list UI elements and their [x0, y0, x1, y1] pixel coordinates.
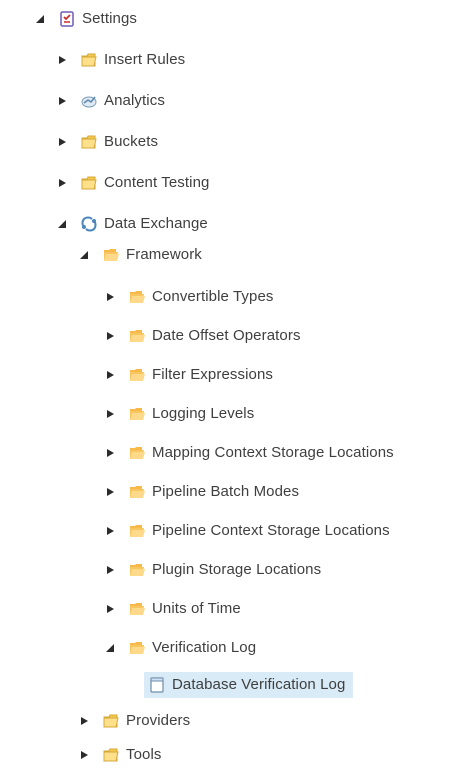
tree-node-pipeline-batch-modes[interactable]: Pipeline Batch Modes [104, 479, 299, 505]
tree-node-label: Data Exchange [104, 215, 208, 232]
collapsed-arrow-icon[interactable] [56, 177, 68, 189]
analytics-icon [80, 92, 98, 110]
collapsed-arrow-icon[interactable] [104, 291, 116, 303]
tree-node-label: Database Verification Log [172, 676, 346, 693]
collapsed-arrow-icon[interactable] [104, 447, 116, 459]
expanded-arrow-icon[interactable] [78, 249, 90, 261]
tree-node-data-exchange[interactable]: Data Exchange [56, 211, 208, 237]
folder-icon [80, 51, 98, 69]
expanded-arrow-icon[interactable] [56, 218, 68, 230]
tree-node-label: Units of Time [152, 600, 241, 617]
open-folder-icon [102, 246, 120, 264]
tree-node-analytics[interactable]: Analytics [56, 88, 165, 114]
collapsed-arrow-icon[interactable] [104, 369, 116, 381]
data-exchange-icon [80, 215, 98, 233]
folder-icon [102, 712, 120, 730]
folder-icon [80, 174, 98, 192]
tree-node-pipeline-context-storage-locations[interactable]: Pipeline Context Storage Locations [104, 518, 390, 544]
collapsed-arrow-icon[interactable] [104, 486, 116, 498]
tree-node-verification-log[interactable]: Verification Log [104, 635, 256, 661]
tree-node-settings[interactable]: Settings [34, 6, 137, 32]
tree-node-plugin-storage-locations[interactable]: Plugin Storage Locations [104, 557, 321, 583]
open-folder-icon [128, 405, 146, 423]
tree-node-insert-rules[interactable]: Insert Rules [56, 47, 185, 73]
collapsed-arrow-icon[interactable] [104, 603, 116, 615]
tree-node-label: Logging Levels [152, 405, 255, 422]
collapsed-arrow-icon[interactable] [104, 408, 116, 420]
open-folder-icon [128, 444, 146, 462]
tree-node-label: Pipeline Batch Modes [152, 483, 300, 500]
tree-node-label: Plugin Storage Locations [152, 561, 322, 578]
collapsed-arrow-icon[interactable] [78, 715, 90, 727]
open-folder-icon [128, 327, 146, 345]
collapsed-arrow-icon[interactable] [104, 330, 116, 342]
tree-node-label: Date Offset Operators [152, 327, 301, 344]
collapsed-arrow-icon[interactable] [78, 749, 90, 761]
tree-node-providers[interactable]: Providers [78, 708, 190, 734]
tree-node-units-of-time[interactable]: Units of Time [104, 596, 241, 622]
tree-node-logging-levels[interactable]: Logging Levels [104, 401, 254, 427]
tree-node-label: Providers [126, 712, 191, 729]
tree-node-label: Tools [126, 746, 162, 763]
expanded-arrow-icon[interactable] [104, 642, 116, 654]
tree-node-date-offset-operators[interactable]: Date Offset Operators [104, 323, 301, 349]
tree-node-database-verification-log[interactable]: Database Verification Log [144, 672, 354, 698]
folder-icon [80, 133, 98, 151]
document-icon [148, 676, 166, 694]
tree-node-label: Mapping Context Storage Locations [152, 444, 394, 461]
settings-checklist-icon [58, 10, 76, 28]
open-folder-icon [128, 483, 146, 501]
collapsed-arrow-icon[interactable] [56, 54, 68, 66]
tree-node-label: Analytics [104, 92, 165, 109]
open-folder-icon [128, 639, 146, 657]
tree-node-tools[interactable]: Tools [78, 742, 162, 768]
tree-node-convertible-types[interactable]: Convertible Types [104, 284, 274, 310]
tree-node-label: Verification Log [152, 639, 257, 656]
collapsed-arrow-icon[interactable] [56, 136, 68, 148]
tree-node-framework[interactable]: Framework [78, 242, 202, 268]
tree-node-label: Filter Expressions [152, 366, 274, 383]
tree-node-label: Insert Rules [104, 51, 186, 68]
collapsed-arrow-icon[interactable] [104, 564, 116, 576]
collapsed-arrow-icon[interactable] [104, 525, 116, 537]
tree-node-content-testing[interactable]: Content Testing [56, 170, 209, 196]
folder-icon [102, 746, 120, 764]
tree-node-label: Settings [82, 10, 137, 27]
open-folder-icon [128, 288, 146, 306]
tree-node-mapping-context-storage-locations[interactable]: Mapping Context Storage Locations [104, 440, 394, 466]
tree-node-buckets[interactable]: Buckets [56, 129, 158, 155]
content-tree: Settings Insert Rules Analytics Buckets … [0, 0, 454, 769]
tree-node-label: Pipeline Context Storage Locations [152, 522, 390, 539]
tree-node-label: Buckets [104, 133, 159, 150]
collapsed-arrow-icon[interactable] [56, 95, 68, 107]
open-folder-icon [128, 522, 146, 540]
open-folder-icon [128, 561, 146, 579]
tree-node-label: Framework [126, 246, 202, 263]
open-folder-icon [128, 600, 146, 618]
open-folder-icon [128, 366, 146, 384]
tree-node-label: Convertible Types [152, 288, 274, 305]
tree-node-label: Content Testing [104, 174, 210, 191]
expanded-arrow-icon[interactable] [34, 13, 46, 25]
tree-node-filter-expressions[interactable]: Filter Expressions [104, 362, 273, 388]
